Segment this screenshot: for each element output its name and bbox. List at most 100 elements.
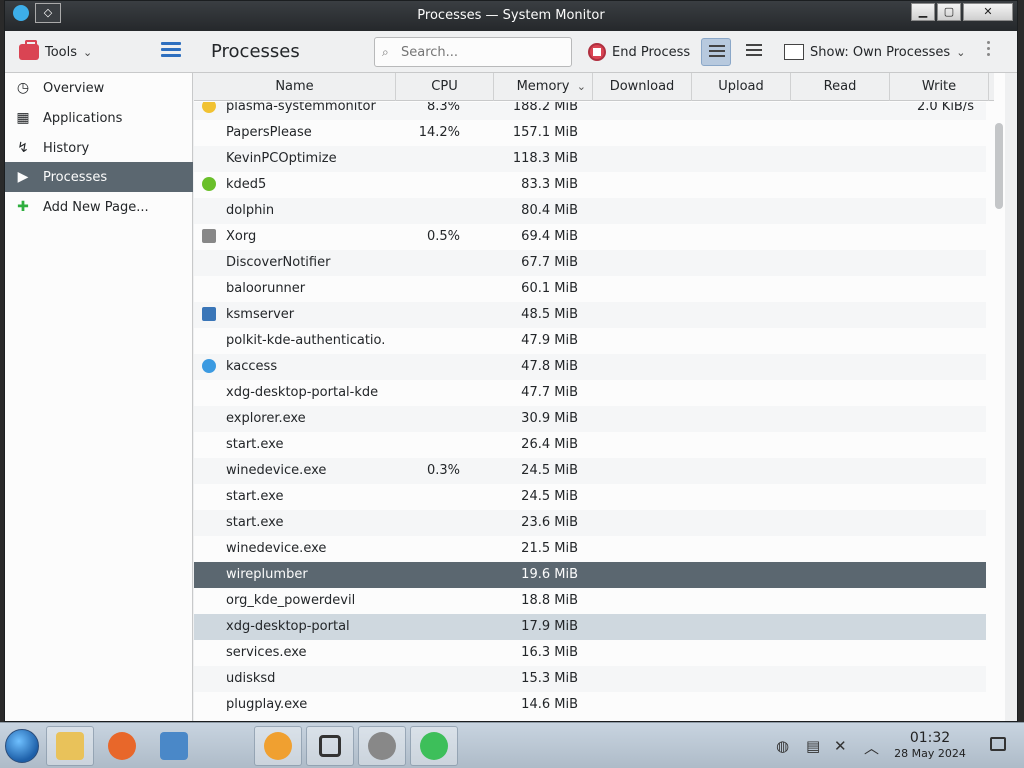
process-name: winedevice.exe [226, 463, 327, 478]
table-row[interactable]: kaccess 47.8 MiB [194, 354, 986, 380]
table-row[interactable]: services.exe 16.3 MiB [194, 640, 986, 666]
taskbar: ◍ ▤ ✕ ︿ 01:32 28 May 2024 [0, 722, 1024, 768]
taskbar-button-tools-app[interactable] [410, 726, 458, 766]
column-header-read[interactable]: Read [791, 73, 890, 101]
volume-muted-icon[interactable]: ✕ [834, 737, 847, 755]
compass-icon [368, 732, 396, 760]
process-memory: 188.2 MiB [512, 102, 578, 114]
table-row[interactable]: KevinPCOptimize 118.3 MiB [194, 146, 986, 172]
process-cpu [394, 146, 460, 172]
table-row[interactable]: ksmserver 48.5 MiB [194, 302, 986, 328]
column-header-name[interactable]: Name [194, 73, 396, 101]
column-header-upload[interactable]: Upload [692, 73, 791, 101]
sidebar-item-applications[interactable]: ▦ Applications [5, 103, 193, 133]
process-memory: 47.7 MiB [521, 385, 578, 400]
process-cpu [394, 536, 460, 562]
process-name: dolphin [226, 203, 275, 218]
column-header-write[interactable]: Write [890, 73, 989, 101]
table-row[interactable]: dolphin 80.4 MiB [194, 198, 986, 224]
taskbar-button-firefox[interactable] [98, 726, 146, 766]
process-name: services.exe [226, 645, 307, 660]
taskbar-button-windows-stack[interactable] [306, 726, 354, 766]
process-cpu [394, 198, 460, 224]
chevron-up-icon[interactable]: ︿ [864, 737, 879, 758]
sidebar-item-label: Applications [43, 110, 123, 126]
column-header-download[interactable]: Download [593, 73, 692, 101]
start-menu-icon[interactable] [5, 729, 39, 763]
table-row[interactable]: kded5 83.3 MiB [194, 172, 986, 198]
minimize-button[interactable]: ▁ [911, 3, 935, 21]
clock-time: 01:32 [909, 730, 951, 746]
table-row[interactable]: baloorunner 60.1 MiB [194, 276, 986, 302]
table-header: Name CPU Memory ⌄ Download Upload Read Write [194, 73, 994, 101]
scrollbar[interactable] [995, 123, 1003, 209]
table-row[interactable]: polkit-kde-authenticatio... 47.9 MiB [194, 328, 986, 354]
tools-button[interactable]: Tools ⌄ [19, 40, 92, 64]
sidebar-item-history[interactable]: ↯ History [5, 133, 193, 163]
taskbar-button-x[interactable] [202, 726, 250, 766]
maximize-button[interactable]: ▢ [937, 3, 961, 21]
process-memory: 80.4 MiB [521, 203, 578, 218]
column-header-label: Download [609, 79, 675, 94]
table-row[interactable]: start.exe 26.4 MiB [194, 432, 986, 458]
clock[interactable]: 01:32 28 May 2024 [888, 731, 972, 759]
show-desktop-icon[interactable] [990, 737, 1006, 751]
taskbar-button-compass[interactable] [358, 726, 406, 766]
sidebar-item-label: Overview [43, 80, 105, 96]
sidebar-item-overview[interactable]: ◷ Overview [5, 73, 193, 103]
process-cpu [394, 432, 460, 458]
show-filter-dropdown[interactable]: Show: Own Processes ⌄ [784, 40, 965, 64]
table-row[interactable]: org_kde_powerdevil 18.8 MiB [194, 588, 986, 614]
table-row[interactable]: xdg-desktop-portal 17.9 MiB [194, 614, 986, 640]
process-icon [202, 177, 218, 193]
tree-view-button[interactable] [739, 38, 769, 66]
process-memory: 16.3 MiB [521, 645, 578, 660]
table-row[interactable]: explorer.exe 30.9 MiB [194, 406, 986, 432]
sidebar-item-label: History [43, 140, 90, 156]
process-memory: 83.3 MiB [521, 177, 578, 192]
column-header-label: Memory [516, 79, 570, 94]
column-header-label: Name [275, 79, 314, 94]
taskbar-button-sun[interactable] [254, 726, 302, 766]
table-row[interactable]: wireplumber 19.6 MiB [194, 562, 986, 588]
list-view-button[interactable] [701, 38, 731, 66]
search-input[interactable] [401, 43, 566, 61]
process-cpu [394, 588, 460, 614]
table-row[interactable]: udisksd 15.3 MiB [194, 666, 986, 692]
taskbar-button-system-settings[interactable] [150, 726, 198, 766]
table-row[interactable]: plugplay.exe 14.6 MiB [194, 692, 986, 718]
process-name: explorer.exe [226, 411, 306, 426]
search-box[interactable]: ⌕ [374, 37, 572, 67]
table-row[interactable]: PapersPlease 14.2% 157.1 MiB [194, 120, 986, 146]
process-name: kded5 [226, 177, 267, 192]
toolbox-icon [19, 40, 39, 60]
process-name: xdg-desktop-portal [226, 619, 350, 634]
column-header-cpu[interactable]: CPU [396, 73, 494, 101]
hamburger-menu-icon[interactable] [161, 42, 181, 60]
show-filter-label: Show: Own Processes [810, 44, 951, 60]
sidebar-item-add-new-page[interactable]: ✚ Add New Page... [5, 192, 193, 222]
table-row[interactable]: start.exe 23.6 MiB [194, 510, 986, 536]
end-process-button[interactable]: End Process [588, 40, 690, 64]
taskbar-button-file-manager[interactable] [46, 726, 94, 766]
table-row[interactable]: xdg-desktop-portal-kde 47.7 MiB [194, 380, 986, 406]
column-header-memory[interactable]: Memory ⌄ [494, 73, 593, 101]
close-button[interactable]: ✕ [963, 3, 1013, 21]
process-table: Name CPU Memory ⌄ Download Upload Read Write pl… [194, 73, 1005, 721]
table-row[interactable]: DiscoverNotifier 67.7 MiB [194, 250, 986, 276]
sidebar-item-processes[interactable]: ▶ Processes [5, 162, 193, 192]
system-monitor-window: ◇ Processes — System Monitor ▁ ▢ ✕ Tools… [4, 0, 1018, 722]
network-icon[interactable]: ◍ [776, 737, 789, 755]
table-row[interactable]: winedevice.exe 21.5 MiB [194, 536, 986, 562]
chart-icon: ↯ [17, 140, 29, 156]
table-row[interactable]: start.exe 24.5 MiB [194, 484, 986, 510]
more-options-icon[interactable] [987, 41, 991, 59]
process-icon [202, 102, 218, 115]
process-name: KevinPCOptimize [226, 151, 337, 166]
process-name: DiscoverNotifier [226, 255, 331, 270]
table-row[interactable]: plasma-systemmonitor 8.3% 188.2 MiB 2.0 KiB… [194, 102, 986, 120]
table-row[interactable]: winedevice.exe 0.3% 24.5 MiB [194, 458, 986, 484]
table-row[interactable]: Xorg 0.5% 69.4 MiB [194, 224, 986, 250]
tools-label: Tools [45, 44, 78, 60]
clipboard-icon[interactable]: ▤ [806, 737, 820, 755]
